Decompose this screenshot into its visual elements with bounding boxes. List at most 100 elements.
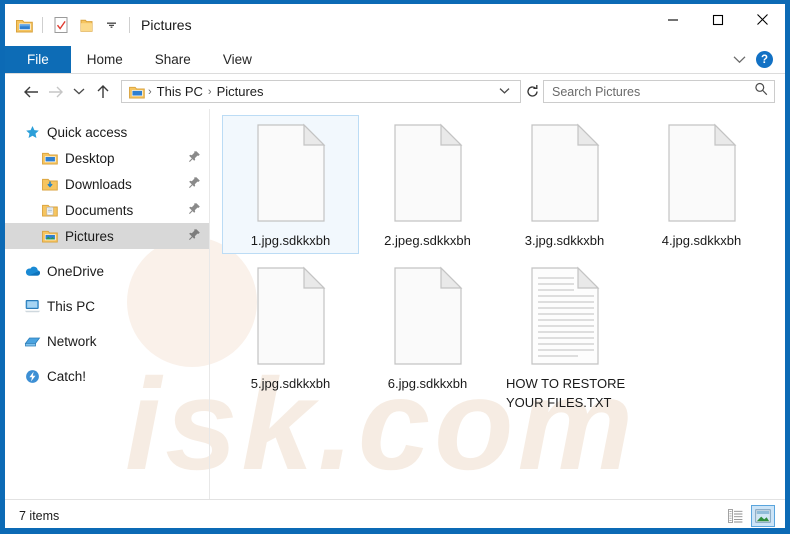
- maximize-button[interactable]: [695, 4, 740, 35]
- tab-home[interactable]: Home: [71, 46, 139, 73]
- back-button[interactable]: [19, 80, 43, 104]
- breadcrumb-root-icon: [127, 85, 147, 99]
- sidebar-label: Network: [47, 333, 97, 349]
- downloads-folder-icon: [39, 177, 61, 191]
- close-button[interactable]: [740, 4, 785, 35]
- new-folder-icon[interactable]: [75, 14, 97, 36]
- file-item[interactable]: HOW TO RESTORE YOUR FILES.TXT: [496, 258, 633, 416]
- documents-folder-icon: [39, 203, 61, 217]
- file-name: 5.jpg.sdkkxbh: [250, 376, 331, 391]
- sidebar-item-desktop[interactable]: Desktop: [5, 145, 209, 171]
- file-item[interactable]: 1.jpg.sdkkxbh: [222, 115, 359, 254]
- item-count: 7 items: [19, 508, 60, 523]
- sidebar-item-network[interactable]: Network: [5, 328, 209, 354]
- file-list-view[interactable]: 1.jpg.sdkkxbh 2.jpeg.sdkkxbh 3.jpg.sdkkx…: [210, 109, 785, 499]
- title-divider: [129, 17, 130, 33]
- sidebar-item-pictures[interactable]: Pictures: [5, 223, 209, 249]
- search-input[interactable]: [552, 84, 754, 99]
- ribbon-actions: ?: [733, 46, 785, 73]
- sidebar-label: Catch!: [47, 368, 87, 384]
- tab-file[interactable]: File: [5, 46, 71, 73]
- ribbon-tab-bar: File Home Share View ?: [5, 46, 785, 74]
- blank-document-icon: [524, 121, 606, 225]
- pictures-folder-icon: [39, 229, 61, 243]
- search-icon: [754, 82, 768, 101]
- blank-document-icon: [387, 264, 469, 368]
- address-bar: › This PC › Pictures: [5, 74, 785, 109]
- forward-button: [43, 80, 67, 104]
- file-item[interactable]: 2.jpeg.sdkkxbh: [359, 115, 496, 254]
- sidebar-item-catch[interactable]: Catch!: [5, 363, 209, 389]
- sidebar-item-downloads[interactable]: Downloads: [5, 171, 209, 197]
- file-item[interactable]: 5.jpg.sdkkxbh: [222, 258, 359, 416]
- file-item[interactable]: 4.jpg.sdkkxbh: [633, 115, 770, 254]
- sidebar-label: Desktop: [65, 150, 115, 166]
- large-icons-view-button[interactable]: [751, 504, 775, 527]
- file-name: 4.jpg.sdkkxbh: [661, 233, 742, 248]
- title-bar: Pictures: [5, 4, 785, 46]
- up-button[interactable]: [91, 80, 115, 104]
- properties-icon[interactable]: [50, 14, 72, 36]
- explorer-body: isk.com Quick access Desktop Downloads D…: [5, 109, 785, 499]
- desktop-folder-icon: [39, 151, 61, 165]
- status-bar: 7 items: [5, 499, 785, 528]
- file-name: HOW TO RESTORE YOUR FILES.TXT: [506, 376, 626, 410]
- sidebar-label: Documents: [65, 202, 134, 218]
- network-icon: [21, 334, 43, 348]
- breadcrumb[interactable]: › This PC › Pictures: [121, 80, 521, 103]
- onedrive-cloud-icon: [21, 265, 43, 277]
- sidebar-label: OneDrive: [47, 263, 105, 279]
- refresh-button[interactable]: [521, 80, 543, 103]
- explorer-window: Pictures File Home Share View ? › This P…: [0, 0, 790, 534]
- pin-icon[interactable]: [188, 176, 201, 192]
- pin-icon[interactable]: [188, 228, 201, 244]
- blank-document-icon: [250, 264, 332, 368]
- breadcrumb-item-pictures[interactable]: Pictures: [213, 84, 268, 99]
- details-view-button[interactable]: [723, 505, 747, 527]
- tab-share[interactable]: Share: [139, 46, 207, 73]
- quick-access-toolbar: Pictures: [5, 14, 192, 36]
- file-name: 2.jpeg.sdkkxbh: [384, 233, 471, 248]
- sidebar-item-this-pc[interactable]: This PC: [5, 293, 209, 319]
- text-document-icon: [524, 264, 606, 368]
- file-name: 6.jpg.sdkkxbh: [387, 376, 468, 391]
- sidebar-item-documents[interactable]: Documents: [5, 197, 209, 223]
- blank-document-icon: [661, 121, 743, 225]
- recent-locations-button[interactable]: [67, 80, 91, 104]
- file-item[interactable]: 3.jpg.sdkkxbh: [496, 115, 633, 254]
- customize-dropdown-icon[interactable]: [100, 14, 122, 36]
- tab-view[interactable]: View: [207, 46, 268, 73]
- toolbar-divider: [42, 17, 43, 33]
- file-name: 1.jpg.sdkkxbh: [250, 233, 331, 248]
- sidebar-label: Downloads: [65, 176, 132, 192]
- sidebar-label: This PC: [47, 298, 96, 314]
- pin-icon[interactable]: [188, 202, 201, 218]
- file-name: 3.jpg.sdkkxbh: [524, 233, 605, 248]
- window-controls: [650, 4, 785, 46]
- breadcrumb-item-this-pc[interactable]: This PC: [153, 84, 207, 99]
- file-item[interactable]: 6.jpg.sdkkxbh: [359, 258, 496, 416]
- window-title: Pictures: [141, 17, 192, 33]
- view-mode-buttons: [723, 504, 775, 527]
- sidebar-label: Pictures: [65, 228, 114, 244]
- pin-icon[interactable]: [188, 150, 201, 166]
- sidebar-item-onedrive[interactable]: OneDrive: [5, 258, 209, 284]
- minimize-button[interactable]: [650, 4, 695, 35]
- file-grid: 1.jpg.sdkkxbh 2.jpeg.sdkkxbh 3.jpg.sdkkx…: [222, 115, 785, 420]
- sidebar-label: Quick access: [47, 124, 128, 140]
- blank-document-icon: [387, 121, 469, 225]
- catch-icon: [21, 369, 43, 384]
- navigation-pane: Quick access Desktop Downloads Documents…: [5, 109, 210, 499]
- help-button[interactable]: ?: [756, 51, 773, 68]
- star-icon: [21, 125, 43, 140]
- collapse-ribbon-icon[interactable]: [733, 51, 746, 69]
- breadcrumb-dropdown-icon[interactable]: [493, 86, 516, 98]
- search-box[interactable]: [543, 80, 775, 103]
- sidebar-item-quick-access[interactable]: Quick access: [5, 119, 209, 145]
- explorer-app-icon: [13, 14, 35, 36]
- this-pc-icon: [21, 299, 43, 313]
